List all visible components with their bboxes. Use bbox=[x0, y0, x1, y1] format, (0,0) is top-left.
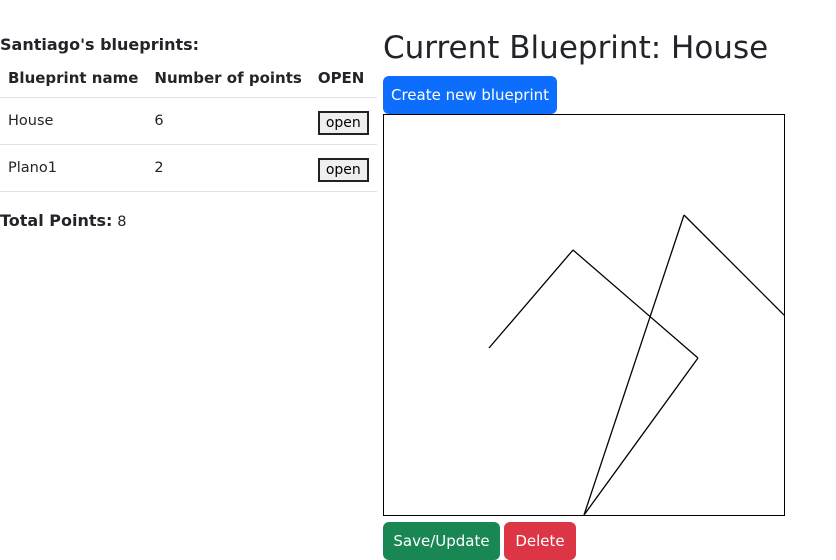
blueprint-name-cell: House bbox=[0, 97, 147, 145]
open-cell: open bbox=[309, 97, 377, 145]
save-update-button[interactable]: Save/Update bbox=[383, 522, 500, 560]
blueprint-segment bbox=[583, 357, 699, 515]
blueprints-app: Santiago's blueprints: Blueprint name Nu… bbox=[0, 0, 836, 560]
delete-button[interactable]: Delete bbox=[504, 522, 576, 560]
blueprint-segment bbox=[583, 214, 685, 515]
column-header-open: OPEN bbox=[309, 60, 377, 98]
blueprint-name-cell: Plano1 bbox=[0, 144, 147, 192]
blueprints-table: Blueprint name Number of points OPEN Hou… bbox=[0, 60, 377, 192]
blueprint-segment bbox=[683, 214, 784, 316]
total-points-label: Total Points: bbox=[0, 211, 113, 230]
total-points-value: 8 bbox=[117, 214, 127, 230]
column-header-name: Blueprint name bbox=[0, 60, 147, 98]
table-header-row: Blueprint name Number of points OPEN bbox=[0, 60, 377, 98]
open-house-button[interactable]: open bbox=[317, 110, 369, 135]
blueprint-canvas[interactable] bbox=[383, 114, 785, 516]
table-row: House 6 open bbox=[0, 97, 377, 145]
blueprint-drawing[interactable] bbox=[384, 115, 784, 515]
blueprint-points-cell: 2 bbox=[146, 144, 310, 192]
owner-blueprints-title: Santiago's blueprints: bbox=[0, 35, 200, 54]
open-plano1-button[interactable]: open bbox=[317, 157, 369, 182]
blueprint-points-cell: 6 bbox=[146, 97, 310, 145]
open-cell: open bbox=[309, 144, 377, 192]
total-points: Total Points: 8 bbox=[0, 211, 126, 230]
column-header-points: Number of points bbox=[146, 60, 310, 98]
blueprint-segment bbox=[572, 249, 699, 359]
create-blueprint-button[interactable]: Create new blueprint bbox=[383, 76, 557, 114]
table-row: Plano1 2 open bbox=[0, 144, 377, 192]
current-blueprint-title: Current Blueprint: House bbox=[383, 30, 769, 66]
blueprint-segment bbox=[488, 249, 574, 349]
